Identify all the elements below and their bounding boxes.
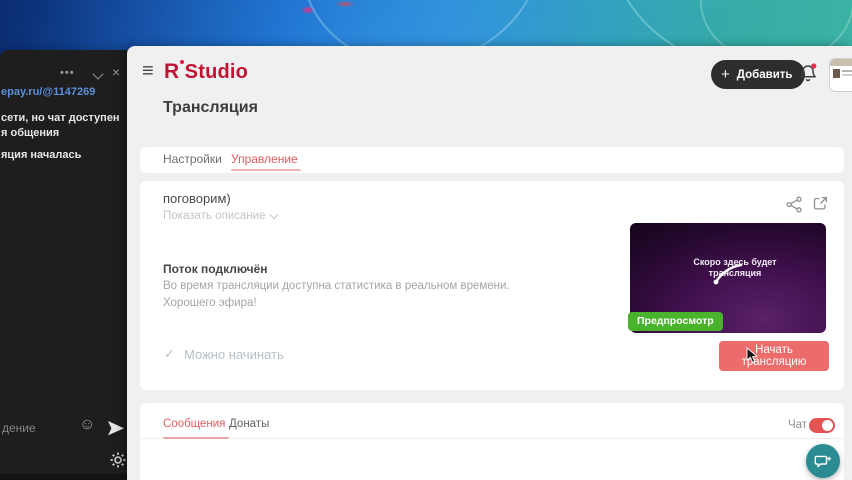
screen: ••• × epay.ru/@1147269 сети, но чат дост…: [0, 0, 852, 480]
active-tab-underline: [163, 437, 229, 439]
chat-message-input[interactable]: [0, 420, 76, 436]
gear-icon[interactable]: [110, 452, 126, 473]
share-icon[interactable]: [786, 196, 803, 218]
external-link-icon[interactable]: [812, 195, 829, 217]
chat-menu-dots-icon[interactable]: •••: [60, 67, 75, 79]
chat-window-footer: [0, 474, 127, 480]
donate-link[interactable]: epay.ru/@1147269: [1, 86, 95, 98]
chat-message-line: я общения: [1, 127, 60, 139]
logo-text: Studio: [184, 61, 249, 83]
logo-letter: R: [164, 60, 179, 83]
chat-toggle-label: Чат: [788, 419, 808, 431]
start-broadcast-button[interactable]: Начать трансляцию: [719, 341, 829, 371]
emoji-icon[interactable]: ☺: [79, 416, 95, 434]
avatar[interactable]: [829, 58, 852, 92]
chat-toggle[interactable]: [809, 418, 835, 433]
send-icon[interactable]: [108, 421, 124, 441]
add-button[interactable]: + Добавить: [711, 60, 806, 89]
avatar-image-part: [833, 69, 840, 78]
preview-badge: Предпросмотр: [628, 312, 723, 331]
page-title: Трансляция: [163, 99, 258, 116]
ready-label: Можно начинать: [184, 347, 284, 362]
avatar-image-part: [842, 74, 852, 76]
toggle-knob: [822, 420, 833, 431]
stream-status-title: Поток подключён: [163, 262, 268, 276]
active-tab-underline: [231, 169, 301, 171]
close-icon[interactable]: ×: [112, 64, 120, 80]
rstudio-logo: R Studio: [164, 60, 248, 86]
add-button-label: Добавить: [736, 68, 793, 81]
avatar-image-part: [830, 59, 852, 66]
tab-settings[interactable]: Настройки: [163, 152, 222, 166]
notifications-bell-icon[interactable]: [798, 62, 819, 90]
stream-preview-thumbnail[interactable]: Скоро здесь будет трансляция Предпросмот…: [628, 223, 826, 333]
tab-donates[interactable]: Донаты: [229, 418, 269, 430]
mouse-cursor: [746, 347, 759, 369]
show-description-label: Показать описание: [163, 210, 266, 222]
tab-messages[interactable]: Сообщения: [163, 418, 225, 430]
chat-message-line: сети, но чат доступен: [1, 112, 120, 124]
stream-title: поговорим): [163, 191, 231, 206]
support-chat-fab[interactable]: [806, 444, 840, 478]
avatar-image-part: [842, 70, 852, 72]
chevron-down-icon: [270, 210, 279, 219]
tab-management[interactable]: Управление: [231, 152, 298, 166]
check-icon: ✓: [164, 346, 175, 361]
stream-status-text: Хорошего эфира!: [163, 297, 257, 309]
stream-status-text: Во время трансляции доступна статистика …: [163, 280, 510, 292]
logo-dot-icon: [179, 60, 184, 64]
show-description-toggle[interactable]: Показать описание: [163, 210, 279, 222]
plus-icon: +: [721, 66, 730, 83]
messages-card: [140, 403, 844, 480]
hamburger-menu-icon[interactable]: ≡: [142, 61, 154, 81]
comet-graphic: [712, 263, 744, 292]
chat-message-line: яция началась: [1, 149, 82, 161]
divider: [140, 438, 844, 439]
